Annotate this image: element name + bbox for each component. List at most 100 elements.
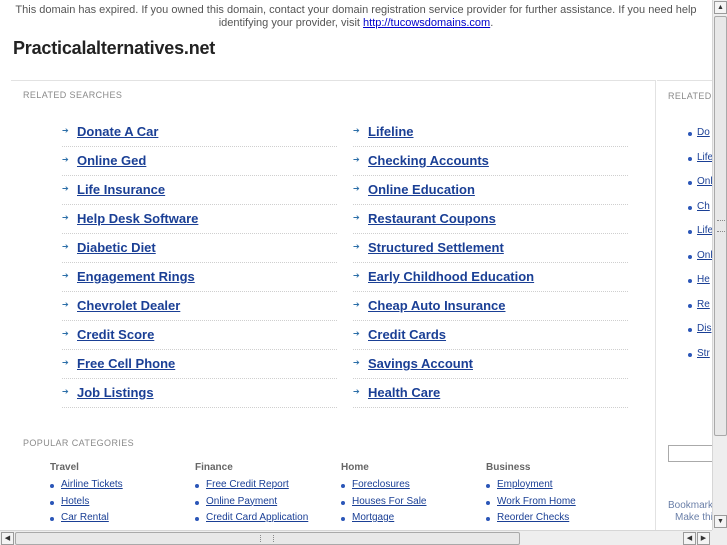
category-link[interactable]: Online Payment — [206, 496, 277, 507]
related-search-item[interactable]: ➔ Chevrolet Dealer — [62, 292, 337, 321]
related-search-item[interactable]: ➔ Health Care — [353, 379, 628, 408]
related-search-item[interactable]: ➔ Online Education — [353, 176, 628, 205]
category-item[interactable]: Credit Card Application — [195, 512, 335, 529]
category-link[interactable]: Hotels — [61, 496, 89, 507]
side-item[interactable]: Onl — [688, 176, 715, 189]
category-item[interactable]: Reorder Checks — [486, 512, 626, 529]
related-search-link[interactable]: Free Cell Phone — [77, 356, 175, 371]
scroll-right-icon[interactable]: ▶ — [697, 532, 710, 545]
category-item[interactable]: Airline Tickets — [50, 479, 190, 496]
side-item[interactable]: Str — [688, 348, 715, 361]
make-homepage-line[interactable]: Make thi — [668, 512, 713, 524]
category-link[interactable]: Houses For Sale — [352, 496, 426, 507]
side-link[interactable]: Str — [697, 348, 710, 359]
category-link[interactable]: Reorder Checks — [497, 512, 569, 523]
related-search-item[interactable]: ➔ Diabetic Diet — [62, 234, 337, 263]
right-arrow-icon: ➔ — [353, 358, 360, 367]
related-search-link[interactable]: Restaurant Coupons — [368, 211, 496, 226]
related-search-link[interactable]: Job Listings — [77, 385, 154, 400]
category-link[interactable]: Mortgage — [352, 512, 394, 523]
category-link[interactable]: Airline Tickets — [61, 479, 123, 490]
related-search-item[interactable]: ➔ Help Desk Software — [62, 205, 337, 234]
side-link[interactable]: Re — [697, 299, 710, 310]
category-link[interactable]: Foreclosures — [352, 479, 410, 490]
related-search-link[interactable]: Credit Cards — [368, 327, 446, 342]
vertical-scroll-thumb[interactable] — [714, 16, 727, 436]
related-search-link[interactable]: Life Insurance — [77, 182, 165, 197]
horizontal-scroll-thumb[interactable] — [15, 532, 520, 545]
related-search-link[interactable]: Credit Score — [77, 327, 154, 342]
horizontal-scrollbar[interactable]: ◀ ◀ ▶ — [0, 530, 712, 545]
related-search-link[interactable]: Donate A Car — [77, 124, 158, 139]
side-link[interactable]: Onl — [697, 250, 713, 261]
related-search-item[interactable]: ➔ Savings Account — [353, 350, 628, 379]
related-search-link[interactable]: Engagement Rings — [77, 269, 195, 284]
related-search-item[interactable]: ➔ Online Ged — [62, 147, 337, 176]
related-search-item[interactable]: ➔ Job Listings — [62, 379, 337, 408]
related-search-link[interactable]: Help Desk Software — [77, 211, 198, 226]
vertical-scrollbar[interactable]: ▲ ▼ — [712, 0, 727, 530]
side-link[interactable]: Life — [697, 152, 713, 163]
related-search-link[interactable]: Early Childhood Education — [368, 269, 534, 284]
side-link[interactable]: Onl — [697, 176, 713, 187]
category-item[interactable]: Work From Home — [486, 496, 626, 513]
related-search-item[interactable]: ➔ Engagement Rings — [62, 263, 337, 292]
side-link[interactable]: He — [697, 274, 710, 285]
related-search-link[interactable]: Savings Account — [368, 356, 473, 371]
related-search-link[interactable]: Lifeline — [368, 124, 414, 139]
category-item[interactable]: Houses For Sale — [341, 496, 481, 513]
side-item[interactable]: Re — [688, 299, 715, 312]
side-item[interactable]: Life — [688, 152, 715, 165]
category-item[interactable]: Employment — [486, 479, 626, 496]
related-search-item[interactable]: ➔ Life Insurance — [62, 176, 337, 205]
category-link[interactable]: Credit Card Application — [206, 512, 308, 523]
category-item[interactable]: Free Credit Report — [195, 479, 335, 496]
related-search-link[interactable]: Diabetic Diet — [77, 240, 156, 255]
related-search-link[interactable]: Structured Settlement — [368, 240, 504, 255]
side-item[interactable]: He — [688, 274, 715, 287]
side-link[interactable]: Do — [697, 127, 710, 138]
side-item[interactable]: Onl — [688, 250, 715, 263]
related-search-link[interactable]: Checking Accounts — [368, 153, 489, 168]
side-link[interactable]: Life — [697, 225, 713, 236]
category-item[interactable]: Hotels — [50, 496, 190, 513]
side-link[interactable]: Dis — [697, 323, 711, 334]
related-search-link[interactable]: Health Care — [368, 385, 440, 400]
related-search-item[interactable]: ➔ Free Cell Phone — [62, 350, 337, 379]
related-search-link[interactable]: Online Education — [368, 182, 475, 197]
related-search-item[interactable]: ➔ Credit Cards — [353, 321, 628, 350]
related-search-item[interactable]: ➔ Donate A Car — [62, 118, 337, 147]
side-item[interactable]: Do — [688, 127, 715, 140]
category-item[interactable]: Mortgage — [341, 512, 481, 529]
category-item[interactable]: Online Payment — [195, 496, 335, 513]
side-item[interactable]: Ch — [688, 201, 715, 214]
bookmark-line[interactable]: Bookmark — [668, 500, 713, 512]
related-search-link[interactable]: Online Ged — [77, 153, 146, 168]
category-link[interactable]: Employment — [497, 479, 553, 490]
related-search-item[interactable]: ➔ Credit Score — [62, 321, 337, 350]
related-search-item[interactable]: ➔ Lifeline — [353, 118, 628, 147]
category-item[interactable]: Foreclosures — [341, 479, 481, 496]
right-arrow-icon: ➔ — [353, 184, 360, 193]
related-search-link[interactable]: Chevrolet Dealer — [77, 298, 180, 313]
category-link[interactable]: Work From Home — [497, 496, 576, 507]
side-item[interactable]: Life — [688, 225, 715, 238]
scroll-up-icon[interactable]: ▲ — [714, 1, 727, 14]
bookmark-text[interactable]: Bookmark Make thi — [668, 500, 713, 524]
side-item[interactable]: Dis — [688, 323, 715, 336]
related-search-item[interactable]: ➔ Checking Accounts — [353, 147, 628, 176]
related-search-item[interactable]: ➔ Restaurant Coupons — [353, 205, 628, 234]
scroll-left-icon[interactable]: ◀ — [683, 532, 696, 545]
category-link[interactable]: Free Credit Report — [206, 479, 289, 490]
category-item[interactable]: Car Rental — [50, 512, 190, 529]
tucows-link[interactable]: http://tucowsdomains.com — [363, 17, 490, 29]
related-search-item[interactable]: ➔ Cheap Auto Insurance — [353, 292, 628, 321]
related-search-item[interactable]: ➔ Early Childhood Education — [353, 263, 628, 292]
side-search-input[interactable] — [668, 445, 715, 462]
side-link[interactable]: Ch — [697, 201, 710, 212]
scroll-left-icon[interactable]: ◀ — [1, 532, 14, 545]
related-search-link[interactable]: Cheap Auto Insurance — [368, 298, 505, 313]
category-link[interactable]: Car Rental — [61, 512, 109, 523]
scroll-down-icon[interactable]: ▼ — [714, 515, 727, 528]
related-search-item[interactable]: ➔ Structured Settlement — [353, 234, 628, 263]
